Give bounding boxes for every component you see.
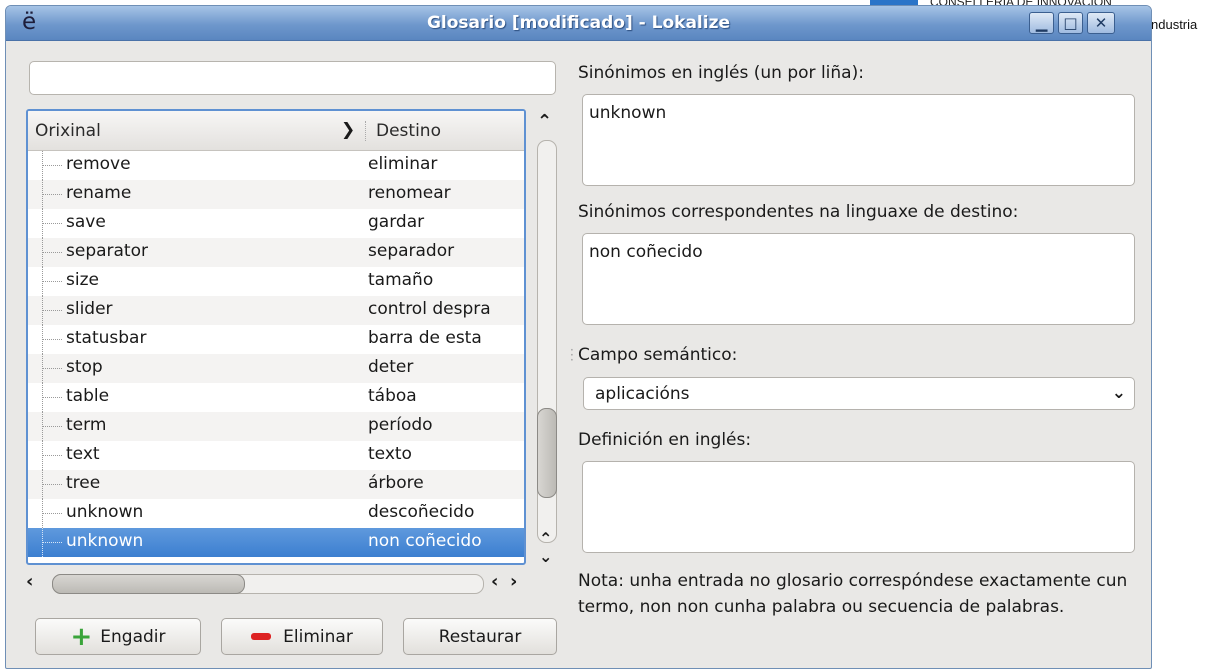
restore-label: Restaurar <box>438 626 522 647</box>
row-target: separador <box>368 241 455 261</box>
tree-row[interactable]: statusbar barra de esta <box>28 325 524 354</box>
glossary-tree[interactable]: Orixinal ❯ Destino remove eliminar rename… <box>26 109 526 565</box>
plus-icon: + <box>70 621 93 652</box>
row-target: texto <box>368 444 412 464</box>
definition-field[interactable] <box>582 461 1135 553</box>
close-icon: ✕ <box>1094 14 1108 32</box>
pane-splitter-handle[interactable]: · · · <box>570 344 574 366</box>
tree-row-selected[interactable]: unknown non coñecido <box>28 528 524 557</box>
row-target: gardar <box>368 212 425 232</box>
remove-entry-button[interactable]: Eliminar <box>221 618 383 655</box>
tree-row[interactable]: table táboa <box>28 383 524 412</box>
synonyms-target-field[interactable]: non coñecido <box>582 233 1135 325</box>
background-side-text: ndustria <box>1151 17 1198 32</box>
column-header-target[interactable]: Destino <box>376 121 441 141</box>
row-target: renomear <box>368 183 451 203</box>
filter-input[interactable] <box>29 61 556 95</box>
row-original: save <box>66 212 106 232</box>
synonyms-english-field[interactable]: unknown <box>582 94 1135 186</box>
close-button[interactable]: ✕ <box>1087 12 1115 34</box>
row-original: unknown <box>66 502 144 522</box>
glossary-window: ë Glosario [modificado] - Lokalize ▁ □ ✕… <box>5 5 1152 669</box>
scroll-left-icon[interactable]: ‹ <box>26 571 33 592</box>
maximize-button[interactable]: □ <box>1058 12 1083 34</box>
row-target: período <box>368 415 433 435</box>
minimize-icon: ▁ <box>1035 14 1048 32</box>
add-entry-button[interactable]: + Engadir <box>35 618 201 655</box>
row-original: table <box>66 386 110 406</box>
tree-horizontal-scrollbar[interactable]: ‹ ‹ › <box>26 569 531 597</box>
tree-row[interactable]: slider control despra <box>28 296 524 325</box>
tree-row[interactable]: tree árbore <box>28 470 524 499</box>
row-original: slider <box>66 299 113 319</box>
tree-row[interactable]: rename renomear <box>28 180 524 209</box>
row-target: eliminar <box>368 154 438 174</box>
restore-button[interactable]: Restaurar <box>403 618 557 655</box>
tree-row[interactable]: save gardar <box>28 209 524 238</box>
tree-row[interactable]: remove eliminar <box>28 151 524 180</box>
row-target: barra de esta <box>368 328 482 348</box>
tree-row[interactable]: unknown descoñecido <box>28 499 524 528</box>
remove-entry-label: Eliminar <box>283 626 353 647</box>
row-original: statusbar <box>66 328 147 348</box>
row-target: árbore <box>368 473 424 493</box>
synonyms-english-label: Sinónimos en inglés (un por liña): <box>578 63 864 83</box>
row-original: term <box>66 415 107 435</box>
tree-row[interactable]: separator separador <box>28 238 524 267</box>
minimize-button[interactable]: ▁ <box>1029 12 1054 34</box>
definition-label: Definición en inglés: <box>578 430 752 450</box>
semantic-field-value: aplicacións <box>595 384 690 404</box>
semantic-field-label: Campo semántico: <box>578 345 738 365</box>
title-bar[interactable]: ë Glosario [modificado] - Lokalize ▁ □ ✕ <box>6 6 1151 41</box>
row-original: tree <box>66 473 101 493</box>
tree-vertical-scrollbar[interactable]: ⌃ ⌃ ⌄ <box>534 109 560 569</box>
row-target: descoñecido <box>368 502 475 522</box>
row-original: size <box>66 270 99 290</box>
column-header-original[interactable]: Orixinal <box>35 121 101 141</box>
row-original: separator <box>66 241 148 261</box>
row-target: tamaño <box>368 270 434 290</box>
scroll-left-small-icon[interactable]: ‹ <box>491 571 498 592</box>
tree-row[interactable]: text texto <box>28 441 524 470</box>
tree-header: Orixinal ❯ Destino <box>28 111 524 151</box>
row-original: text <box>66 444 100 464</box>
row-target: táboa <box>368 386 417 406</box>
sort-descending-icon[interactable]: ❯ <box>341 120 355 140</box>
row-original: stop <box>66 357 103 377</box>
row-original: remove <box>66 154 131 174</box>
scroll-down-icon[interactable]: ⌄ <box>539 547 552 566</box>
maximize-icon: □ <box>1063 14 1078 32</box>
scroll-up-icon[interactable]: ⌃ <box>537 111 552 132</box>
row-target: non coñecido <box>368 531 482 551</box>
tree-row[interactable]: stop deter <box>28 354 524 383</box>
glossary-note: Nota: unha entrada no glosario correspón… <box>578 571 1128 617</box>
row-target: control despra <box>368 299 491 319</box>
scroll-thumb[interactable] <box>537 408 557 498</box>
hscroll-thumb[interactable] <box>52 574 245 594</box>
row-target: deter <box>368 357 414 377</box>
scroll-right-icon[interactable]: › <box>510 571 517 592</box>
row-original: unknown <box>66 531 144 551</box>
synonyms-target-label: Sinónimos correspondentes na linguaxe de… <box>578 202 1019 222</box>
semantic-field-select[interactable]: aplicacións ⌄ <box>583 377 1135 410</box>
tree-row[interactable]: size tamaño <box>28 267 524 296</box>
minus-icon <box>251 633 272 640</box>
chevron-down-icon: ⌄ <box>1111 383 1126 403</box>
add-entry-label: Engadir <box>100 626 166 647</box>
window-title: Glosario [modificado] - Lokalize <box>426 13 731 33</box>
scroll-up-small-icon[interactable]: ⌃ <box>539 529 552 548</box>
column-divider[interactable] <box>365 121 366 141</box>
row-original: rename <box>66 183 132 203</box>
tree-row[interactable]: term período <box>28 412 524 441</box>
